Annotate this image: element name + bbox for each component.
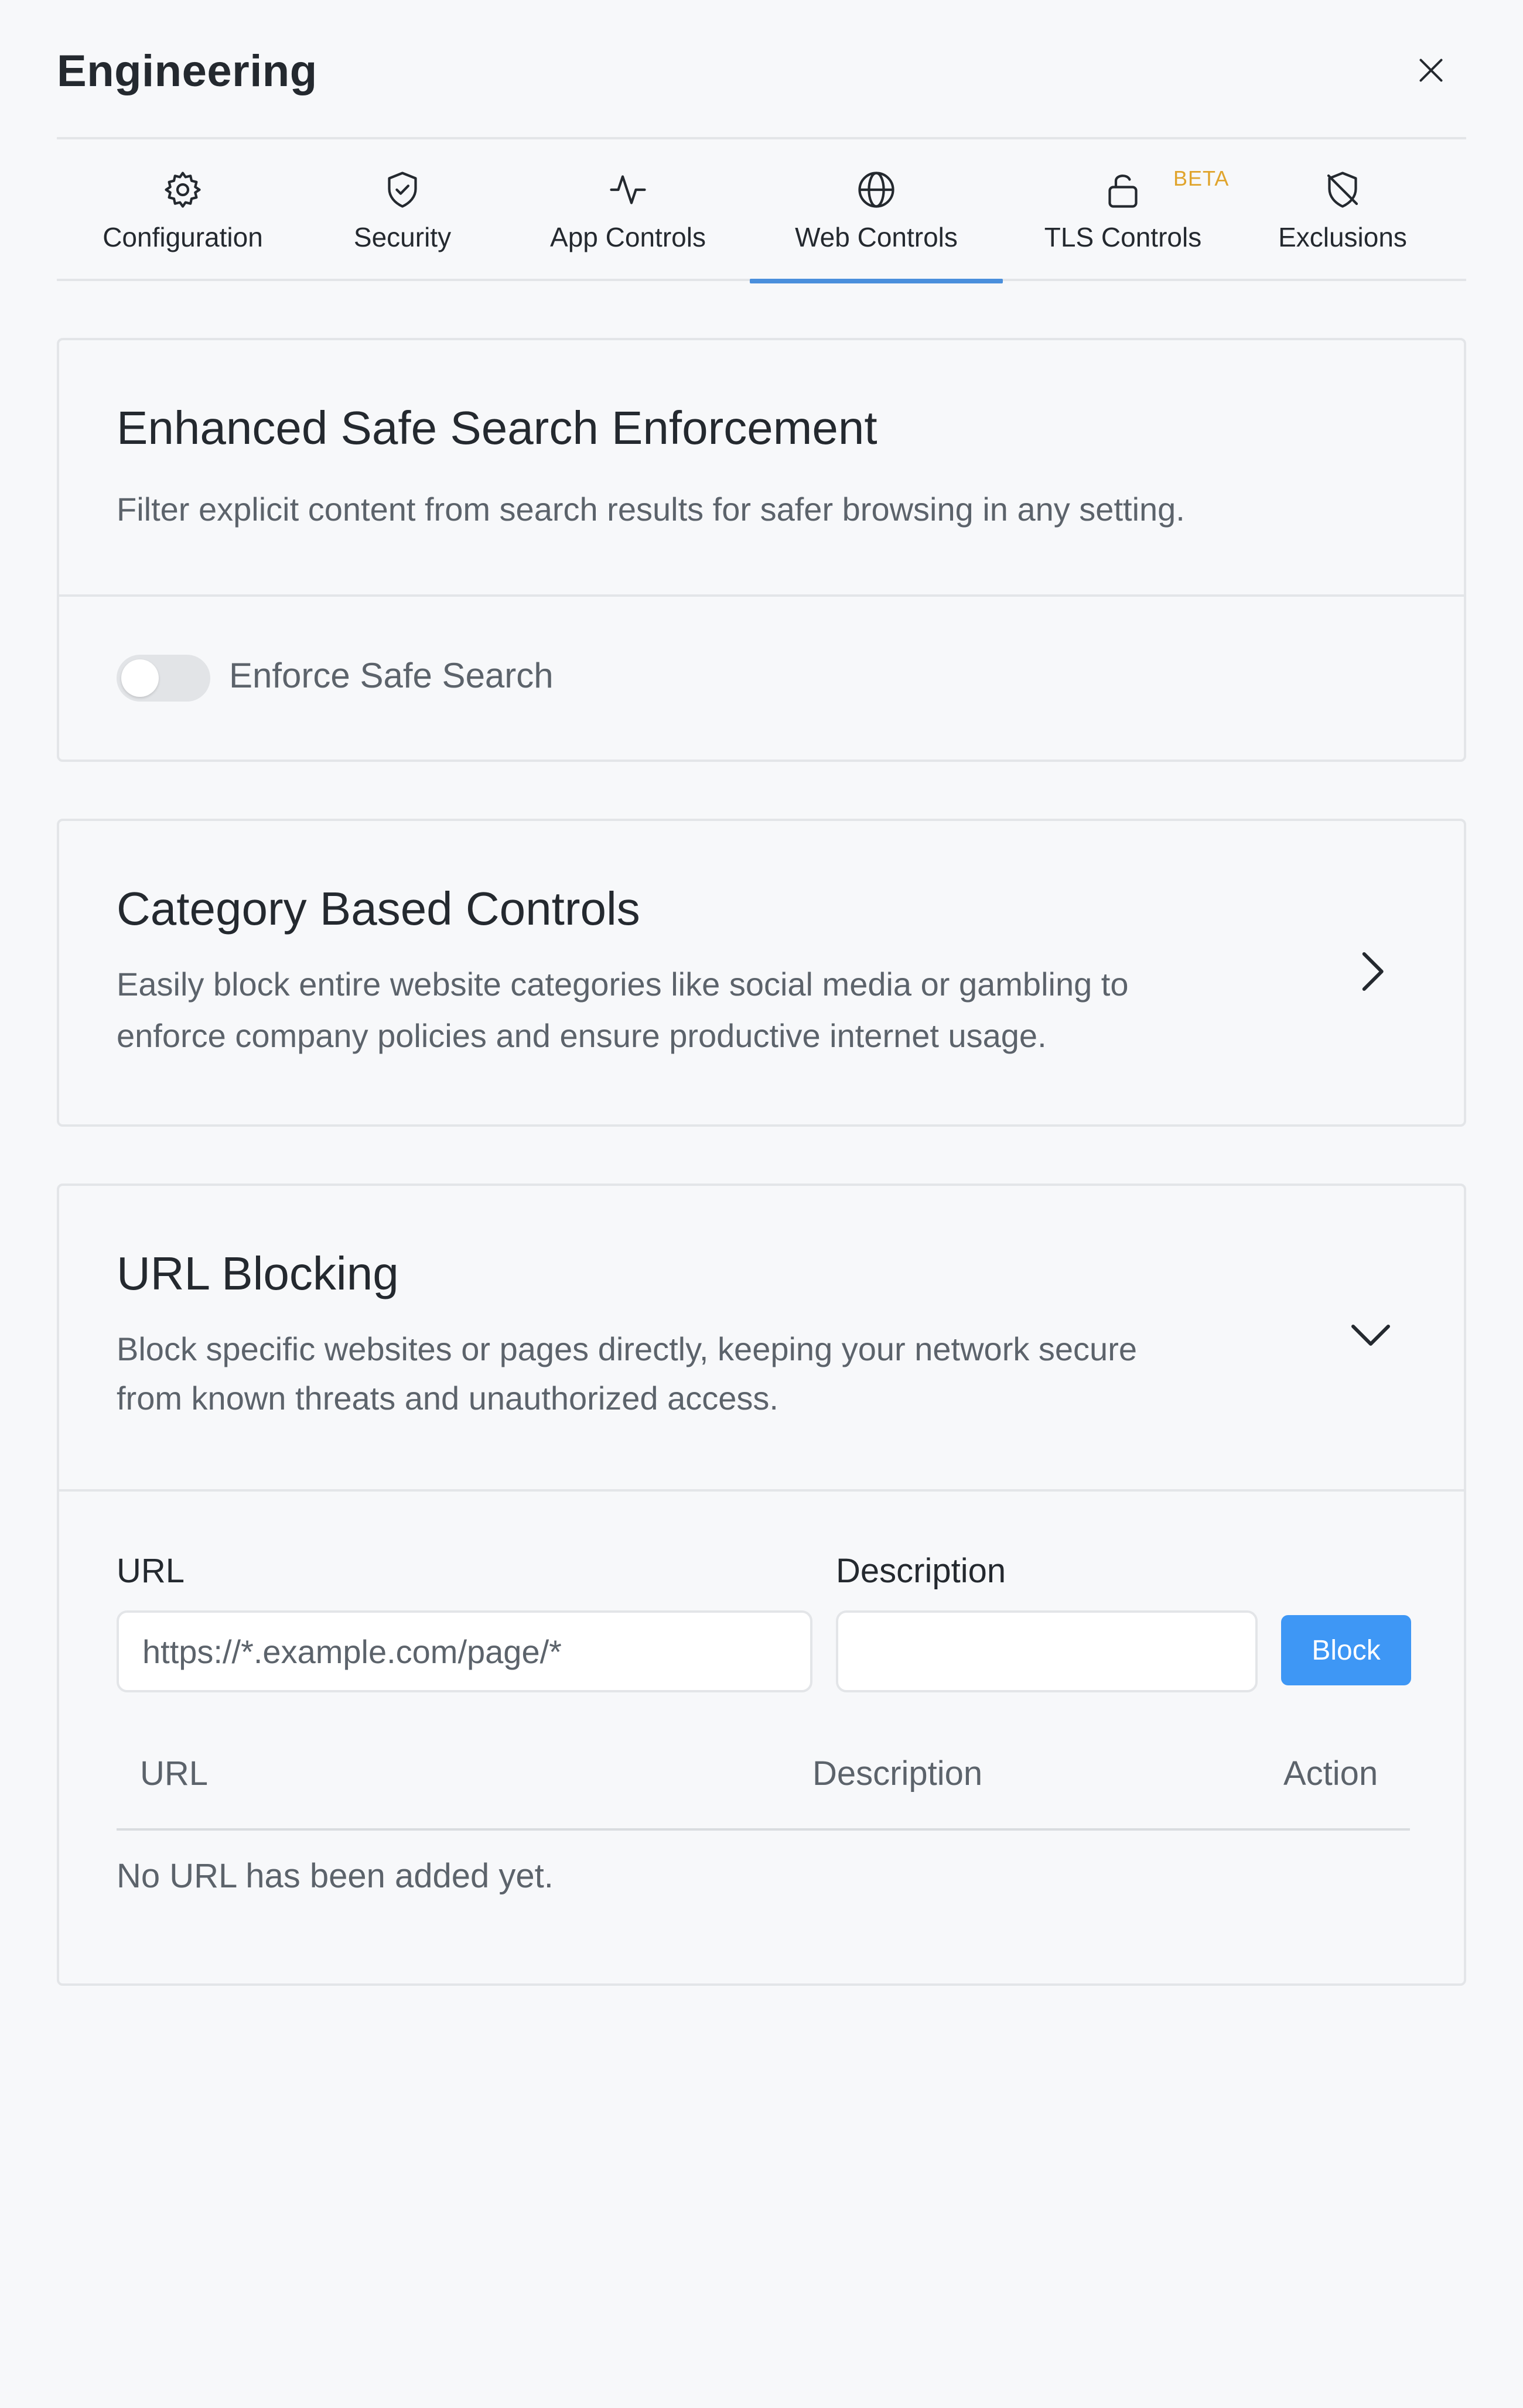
card-title: URL Blocking bbox=[117, 1247, 399, 1299]
engineering-panel: Engineering Configuration Security App C… bbox=[0, 0, 1523, 2408]
block-button[interactable]: Block bbox=[1281, 1615, 1411, 1685]
card-description-line-2: enforce company policies and ensure prod… bbox=[117, 1017, 1047, 1054]
activity-icon bbox=[607, 169, 649, 211]
tab-label: App Controls bbox=[550, 222, 706, 252]
toggle-knob bbox=[121, 659, 159, 697]
tab-label: Web Controls bbox=[795, 222, 958, 252]
page-title: Engineering bbox=[57, 46, 317, 96]
active-tab-indicator bbox=[750, 279, 1003, 283]
tab-label: Configuration bbox=[103, 222, 263, 252]
close-button[interactable] bbox=[1413, 53, 1449, 88]
card-title: Enhanced Safe Search Enforcement bbox=[117, 402, 877, 454]
table-header-url: URL bbox=[140, 1754, 209, 1793]
card-description-line-1: Block specific websites or pages directl… bbox=[117, 1330, 1137, 1367]
globe-icon bbox=[855, 169, 897, 211]
card-description-line-1: Easily block entire website categories l… bbox=[117, 966, 1129, 1003]
url-field-label: URL bbox=[117, 1552, 185, 1590]
tab-tls-controls[interactable]: TLS Controls bbox=[1041, 139, 1205, 281]
close-icon bbox=[1419, 59, 1443, 82]
description-input[interactable] bbox=[836, 1610, 1258, 1692]
divider bbox=[59, 594, 1464, 597]
panel-header: Engineering bbox=[57, 35, 1466, 139]
shield-off-icon bbox=[1321, 169, 1364, 211]
tab-security[interactable]: Security bbox=[344, 139, 461, 281]
table-header-action: Action bbox=[1283, 1754, 1378, 1793]
divider bbox=[59, 1489, 1464, 1492]
safe-search-card: Enhanced Safe Search Enforcement Filter … bbox=[57, 338, 1466, 762]
table-header-description: Description bbox=[812, 1754, 983, 1793]
tab-exclusions[interactable]: Exclusions bbox=[1269, 139, 1416, 281]
table-header-divider bbox=[117, 1828, 1410, 1831]
card-description-line-2: from known threats and unauthorized acce… bbox=[117, 1380, 778, 1417]
tab-label: Exclusions bbox=[1278, 222, 1407, 252]
url-input[interactable] bbox=[117, 1610, 812, 1692]
description-field-label: Description bbox=[836, 1552, 1006, 1590]
tab-configuration[interactable]: Configuration bbox=[92, 139, 274, 281]
chevron-right-icon[interactable] bbox=[1344, 945, 1397, 998]
tab-label: Security bbox=[353, 222, 452, 252]
tab-bar: Configuration Security App Controls Web … bbox=[57, 139, 1466, 283]
beta-badge: BETA bbox=[1173, 166, 1230, 190]
chevron-down-icon[interactable] bbox=[1344, 1309, 1397, 1362]
safe-search-toggle[interactable] bbox=[117, 655, 210, 702]
gear-icon bbox=[162, 169, 204, 211]
tab-web-controls[interactable]: Web Controls bbox=[750, 139, 1003, 283]
shield-check-icon bbox=[381, 169, 424, 211]
toggle-label: Enforce Safe Search bbox=[229, 656, 554, 695]
tab-label: TLS Controls bbox=[1044, 222, 1202, 252]
unlock-icon bbox=[1102, 169, 1144, 211]
category-controls-card[interactable]: Category Based Controls Easily block ent… bbox=[57, 819, 1466, 1127]
url-blocking-card: URL Blocking Block specific websites or … bbox=[57, 1184, 1466, 1986]
card-description: Filter explicit content from search resu… bbox=[117, 491, 1185, 528]
tab-app-controls[interactable]: App Controls bbox=[537, 139, 719, 281]
card-title: Category Based Controls bbox=[117, 883, 640, 935]
empty-table-message: No URL has been added yet. bbox=[117, 1857, 554, 1895]
